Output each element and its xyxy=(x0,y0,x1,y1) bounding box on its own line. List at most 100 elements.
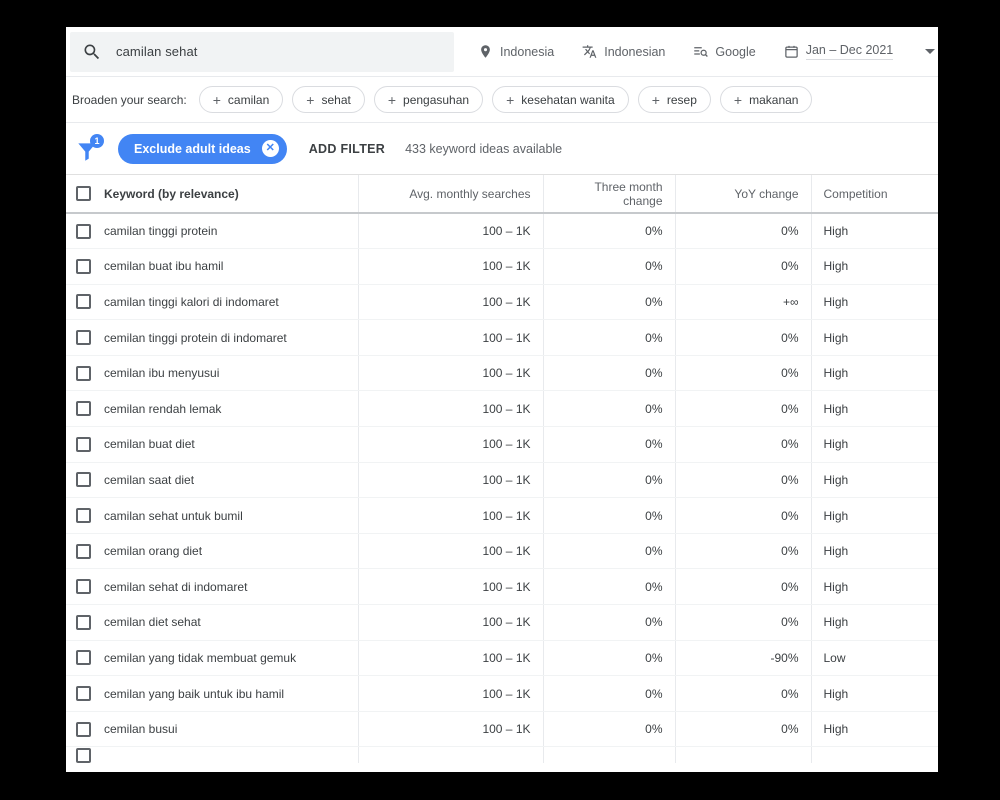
table-row[interactable]: cemilan ibu menyusui 100 – 1K 0% 0% High xyxy=(66,355,938,392)
table-row[interactable]: cemilan buat ibu hamil 100 – 1K 0% 0% High xyxy=(66,248,938,285)
table-row[interactable]: cemilan yang baik untuk ibu hamil 100 – 1… xyxy=(66,675,938,712)
row-checkbox[interactable] xyxy=(76,401,91,417)
cell-avg-monthly-searches: 100 – 1K xyxy=(357,390,543,428)
table-row[interactable]: cemilan saat diet 100 – 1K 0% 0% High xyxy=(66,462,938,499)
table-row[interactable]: cemilan yang tidak membuat gemuk 100 – 1K… xyxy=(66,640,938,677)
date-range-selector[interactable]: Jan – Dec 2021 xyxy=(770,35,908,69)
row-checkbox[interactable] xyxy=(76,543,91,559)
row-checkbox[interactable] xyxy=(76,579,91,595)
cell-yoy-change: 0% xyxy=(674,426,811,463)
column-header-avg-monthly-searches[interactable]: Avg. monthly searches xyxy=(357,175,543,214)
row-checkbox[interactable] xyxy=(76,330,91,346)
cell-yoy-change: 0% xyxy=(674,390,811,428)
row-select-cell xyxy=(66,426,104,463)
table-row[interactable]: cemilan sehat di indomaret 100 – 1K 0% 0% Hi… xyxy=(66,568,938,606)
location-label: Indonesia xyxy=(500,44,555,59)
row-checkbox[interactable] xyxy=(76,650,91,666)
table-row[interactable]: cemilan buat diet 100 – 1K 0% 0% High xyxy=(66,426,938,463)
broaden-chip-resep[interactable]: + resep xyxy=(637,86,711,113)
cell-competition: High xyxy=(810,497,938,534)
table-row[interactable]: cemilan diet sehat 100 – 1K 0% 0% High xyxy=(66,604,938,641)
language-label: Indonesian xyxy=(604,44,666,59)
table-row[interactable]: camilan tinggi kalori di indomaret 100 – … xyxy=(66,284,938,321)
close-icon[interactable]: ✕ xyxy=(261,140,279,157)
cell-three-month-change xyxy=(542,746,675,763)
cell-three-month-change: 0% xyxy=(542,390,675,428)
row-select-cell xyxy=(66,284,104,321)
table-row-partial[interactable] xyxy=(66,746,938,763)
row-select-cell xyxy=(66,355,104,392)
cell-avg-monthly-searches: 100 – 1K xyxy=(357,711,543,748)
cell-three-month-change: 0% xyxy=(542,355,675,392)
cell-competition: High xyxy=(810,355,938,392)
cell-yoy-change: +∞ xyxy=(674,284,811,321)
broaden-chip-kesehatan-wanita[interactable]: + kesehatan wanita xyxy=(492,86,629,113)
cell-avg-monthly-searches: 100 – 1K xyxy=(357,426,543,463)
row-checkbox[interactable] xyxy=(76,472,91,488)
broaden-chip-pengasuhan[interactable]: + pengasuhan xyxy=(373,86,484,113)
cell-yoy-change: 0% xyxy=(674,533,811,570)
cell-keyword: cemilan buat ibu hamil xyxy=(104,248,358,285)
row-checkbox[interactable] xyxy=(76,508,91,524)
row-checkbox[interactable] xyxy=(76,747,91,763)
cell-competition: High xyxy=(810,248,938,285)
row-select-cell xyxy=(66,497,104,534)
filter-funnel-icon[interactable]: 1 xyxy=(74,133,108,162)
row-checkbox[interactable] xyxy=(76,365,91,381)
row-checkbox[interactable] xyxy=(76,258,91,274)
row-checkbox[interactable] xyxy=(76,223,91,239)
cell-keyword: cemilan buat diet xyxy=(104,426,358,463)
select-all-checkbox[interactable] xyxy=(76,186,91,201)
broaden-chip-makanan[interactable]: + makanan xyxy=(719,86,813,113)
column-header-three-month-change[interactable]: Three month change xyxy=(542,175,675,214)
cell-yoy-change: 0% xyxy=(674,319,811,356)
row-checkbox[interactable] xyxy=(76,614,91,630)
table-row[interactable]: cemilan orang diet 100 – 1K 0% 0% High xyxy=(66,533,938,570)
chevron-down-icon[interactable] xyxy=(925,49,936,54)
cell-avg-monthly-searches: 100 – 1K xyxy=(357,568,543,606)
column-header-keyword[interactable]: Keyword (by relevance) xyxy=(104,175,358,214)
table-row[interactable]: cemilan busui 100 – 1K 0% 0% High xyxy=(66,711,938,748)
exclude-adult-ideas-chip[interactable]: Exclude adult ideas ✕ xyxy=(118,133,287,164)
cell-keyword: camilan sehat untuk bumil xyxy=(104,497,358,534)
cell-three-month-change: 0% xyxy=(542,462,675,499)
cell-three-month-change: 0% xyxy=(542,426,675,463)
column-header-yoy-change[interactable]: YoY change xyxy=(674,175,811,214)
cell-avg-monthly-searches xyxy=(357,746,543,763)
cell-keyword: cemilan diet sehat xyxy=(104,604,358,641)
location-pin-icon xyxy=(478,44,493,59)
cell-keyword: cemilan busui xyxy=(104,711,358,748)
plus-icon: + xyxy=(651,91,660,108)
broaden-chip-sehat[interactable]: + sehat xyxy=(292,86,365,113)
cell-three-month-change: 0% xyxy=(542,675,675,712)
column-header-competition[interactable]: Competition xyxy=(810,175,938,214)
keyword-planner-app: camilan sehat Indonesia Indonesian Googl… xyxy=(66,27,938,772)
cell-competition: High xyxy=(810,462,938,499)
language-selector[interactable]: Indonesian xyxy=(568,35,679,69)
network-selector[interactable]: Google xyxy=(679,35,769,69)
row-checkbox[interactable] xyxy=(76,686,91,702)
exclude-adult-ideas-label: Exclude adult ideas xyxy=(134,141,251,156)
broaden-chip-camilan[interactable]: + camilan xyxy=(198,86,284,113)
search-toolbar: camilan sehat Indonesia Indonesian Googl… xyxy=(66,27,938,77)
cell-yoy-change: 0% xyxy=(674,248,811,285)
cell-three-month-change: 0% xyxy=(542,213,675,250)
add-filter-button[interactable]: ADD FILTER xyxy=(309,142,385,156)
keyword-ideas-table: Keyword (by relevance) Avg. monthly sear… xyxy=(66,175,938,763)
plus-icon: + xyxy=(212,91,221,108)
search-input[interactable]: camilan sehat xyxy=(70,31,454,72)
location-selector[interactable]: Indonesia xyxy=(464,35,568,69)
search-query-text: camilan sehat xyxy=(116,44,198,59)
cell-competition: High xyxy=(810,426,938,463)
cell-competition: High xyxy=(810,284,938,321)
row-checkbox[interactable] xyxy=(76,436,91,452)
row-checkbox[interactable] xyxy=(76,721,91,737)
table-row[interactable]: camilan sehat untuk bumil 100 – 1K 0% 0% Hig… xyxy=(66,497,938,534)
cell-yoy-change: 0% xyxy=(674,497,811,534)
cell-avg-monthly-searches: 100 – 1K xyxy=(357,604,543,641)
table-row[interactable]: cemilan rendah lemak 100 – 1K 0% 0% High xyxy=(66,390,938,428)
table-row[interactable]: cemilan tinggi protein di indomaret 100 –… xyxy=(66,319,938,356)
row-checkbox[interactable] xyxy=(76,294,91,310)
table-row[interactable]: camilan tinggi protein 100 – 1K 0% 0% High xyxy=(66,213,938,250)
cell-keyword: cemilan orang diet xyxy=(104,533,358,570)
